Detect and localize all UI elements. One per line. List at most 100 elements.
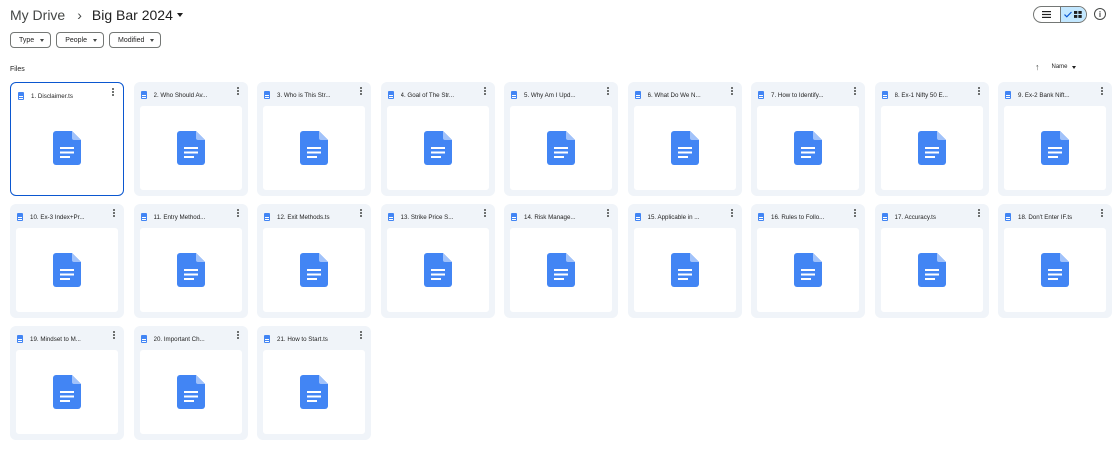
file-thumbnail bbox=[139, 106, 242, 190]
more-options-icon[interactable] bbox=[854, 90, 856, 92]
more-options-icon[interactable] bbox=[236, 90, 239, 92]
filter-label: Type bbox=[19, 36, 35, 44]
file-card[interactable]: 9. Ex-2 Bank Nift... bbox=[998, 82, 1112, 196]
more-options-icon[interactable] bbox=[483, 212, 486, 214]
file-card-header: 13. Strike Price S... bbox=[384, 207, 492, 227]
breadcrumb-my-drive[interactable]: My Drive bbox=[10, 7, 65, 23]
file-card[interactable]: 13. Strike Price S... bbox=[380, 204, 495, 318]
file-thumbnail bbox=[880, 228, 983, 312]
more-options-icon[interactable] bbox=[360, 334, 362, 336]
caret-down-icon bbox=[150, 38, 155, 42]
google-docs-icon bbox=[670, 253, 699, 287]
file-card[interactable]: 19. Mindset to M... bbox=[10, 326, 124, 440]
file-card[interactable]: 8. Ex-1 Nifty 50 E... bbox=[874, 82, 989, 196]
grid-view-button[interactable] bbox=[1059, 7, 1086, 22]
file-card-header: 21. How to Start.ts bbox=[260, 329, 368, 349]
file-thumbnail bbox=[633, 228, 736, 312]
file-card[interactable]: 7. How to Identify... bbox=[751, 82, 865, 196]
caret-down-icon bbox=[40, 38, 45, 42]
file-card-header: 12. Exit Methods.ts bbox=[260, 207, 368, 227]
file-card-header: 20. Important Ch... bbox=[137, 329, 245, 349]
file-card-header: 9. Ex-2 Bank Nift... bbox=[1001, 85, 1109, 105]
file-card[interactable]: 1. Disclaimer.ts bbox=[10, 82, 124, 196]
file-card[interactable]: 20. Important Ch... bbox=[133, 326, 248, 440]
google-docs-icon bbox=[547, 131, 575, 165]
breadcrumb-current-folder[interactable]: Big Bar 2024 bbox=[92, 7, 183, 23]
google-docs-icon bbox=[176, 131, 205, 165]
file-card[interactable]: 4. Goal of The Str... bbox=[380, 82, 495, 196]
more-options-icon[interactable] bbox=[236, 334, 239, 336]
file-card[interactable]: 12. Exit Methods.ts bbox=[257, 204, 371, 318]
file-card-header: 8. Ex-1 Nifty 50 E... bbox=[878, 85, 986, 105]
file-card-header: 16. Rules to Follo... bbox=[754, 207, 862, 227]
more-options-icon[interactable] bbox=[977, 90, 980, 92]
file-thumbnail bbox=[510, 228, 612, 312]
file-card[interactable]: 3. Who is This Str... bbox=[257, 82, 371, 196]
more-options-icon[interactable] bbox=[483, 90, 486, 92]
more-options-icon[interactable] bbox=[112, 91, 114, 93]
list-icon bbox=[1042, 11, 1052, 18]
doc-file-icon bbox=[264, 335, 270, 343]
google-docs-icon bbox=[300, 131, 328, 165]
more-options-icon[interactable] bbox=[854, 212, 856, 214]
doc-file-icon bbox=[18, 92, 24, 100]
doc-file-icon bbox=[758, 213, 764, 221]
file-card[interactable]: 11. Entry Method... bbox=[133, 204, 248, 318]
more-options-icon[interactable] bbox=[360, 212, 362, 214]
doc-file-icon bbox=[17, 335, 23, 343]
info-icon[interactable]: i bbox=[1094, 8, 1106, 20]
file-card-header: 11. Entry Method... bbox=[137, 207, 245, 227]
file-thumbnail bbox=[386, 106, 489, 190]
doc-file-icon bbox=[881, 213, 888, 221]
filter-bar: Type People Modified bbox=[10, 32, 162, 48]
file-card[interactable]: 21. How to Start.ts bbox=[257, 326, 371, 440]
filter-people[interactable]: People bbox=[56, 32, 104, 48]
sort-label: Name bbox=[1051, 64, 1068, 70]
google-docs-icon bbox=[1041, 253, 1069, 287]
file-name: 7. How to Identify... bbox=[771, 91, 824, 99]
file-name: 4. Goal of The Str... bbox=[400, 91, 455, 99]
file-card[interactable]: 16. Rules to Follo... bbox=[751, 204, 865, 318]
file-name: 6. What Do We N... bbox=[647, 91, 701, 99]
more-options-icon[interactable] bbox=[607, 212, 609, 214]
file-card[interactable]: 18. Don't Enter IF.ts bbox=[998, 204, 1112, 318]
file-card-header: 7. How to Identify... bbox=[754, 85, 862, 105]
filter-modified[interactable]: Modified bbox=[108, 32, 162, 48]
more-options-icon[interactable] bbox=[1101, 90, 1103, 92]
file-card[interactable]: 5. Why Am I Upd... bbox=[504, 82, 618, 196]
file-card[interactable]: 6. What Do We N... bbox=[627, 82, 742, 196]
grid-icon bbox=[1074, 11, 1082, 18]
file-card[interactable]: 15. Applicable in ... bbox=[627, 204, 742, 318]
list-view-button[interactable] bbox=[1034, 7, 1060, 22]
file-card[interactable]: 2. Who Should Av... bbox=[133, 82, 248, 196]
sort-direction-icon[interactable]: ↑ bbox=[1035, 62, 1040, 72]
folder-title: Big Bar 2024 bbox=[91, 7, 173, 23]
more-options-icon[interactable] bbox=[607, 90, 609, 92]
filter-type[interactable]: Type bbox=[10, 32, 52, 48]
sort-by-button[interactable]: Name bbox=[1052, 64, 1076, 70]
more-options-icon[interactable] bbox=[977, 212, 980, 214]
file-thumbnail bbox=[139, 350, 242, 434]
more-options-icon[interactable] bbox=[730, 212, 733, 214]
file-card[interactable]: 14. Risk Manage... bbox=[504, 204, 618, 318]
file-name: 17. Accuracy.ts bbox=[894, 213, 937, 221]
google-docs-icon bbox=[917, 131, 946, 165]
google-docs-icon bbox=[53, 253, 81, 287]
file-card-header: 4. Goal of The Str... bbox=[384, 85, 492, 105]
doc-file-icon bbox=[634, 213, 641, 221]
more-options-icon[interactable] bbox=[236, 212, 239, 214]
google-docs-icon bbox=[423, 253, 452, 287]
more-options-icon[interactable] bbox=[730, 90, 733, 92]
file-name: 15. Applicable in ... bbox=[647, 213, 700, 221]
file-card[interactable]: 10. Ex-3 Index+Pr... bbox=[10, 204, 124, 318]
caret-down-icon bbox=[92, 38, 97, 42]
file-card[interactable]: 17. Accuracy.ts bbox=[874, 204, 989, 318]
more-options-icon[interactable] bbox=[113, 212, 115, 214]
more-options-icon[interactable] bbox=[360, 90, 362, 92]
doc-file-icon bbox=[758, 91, 764, 99]
more-options-icon[interactable] bbox=[1101, 212, 1103, 214]
file-card-header: 17. Accuracy.ts bbox=[878, 207, 986, 227]
more-options-icon[interactable] bbox=[113, 334, 115, 336]
file-thumbnail bbox=[263, 350, 365, 434]
doc-file-icon bbox=[140, 335, 147, 343]
